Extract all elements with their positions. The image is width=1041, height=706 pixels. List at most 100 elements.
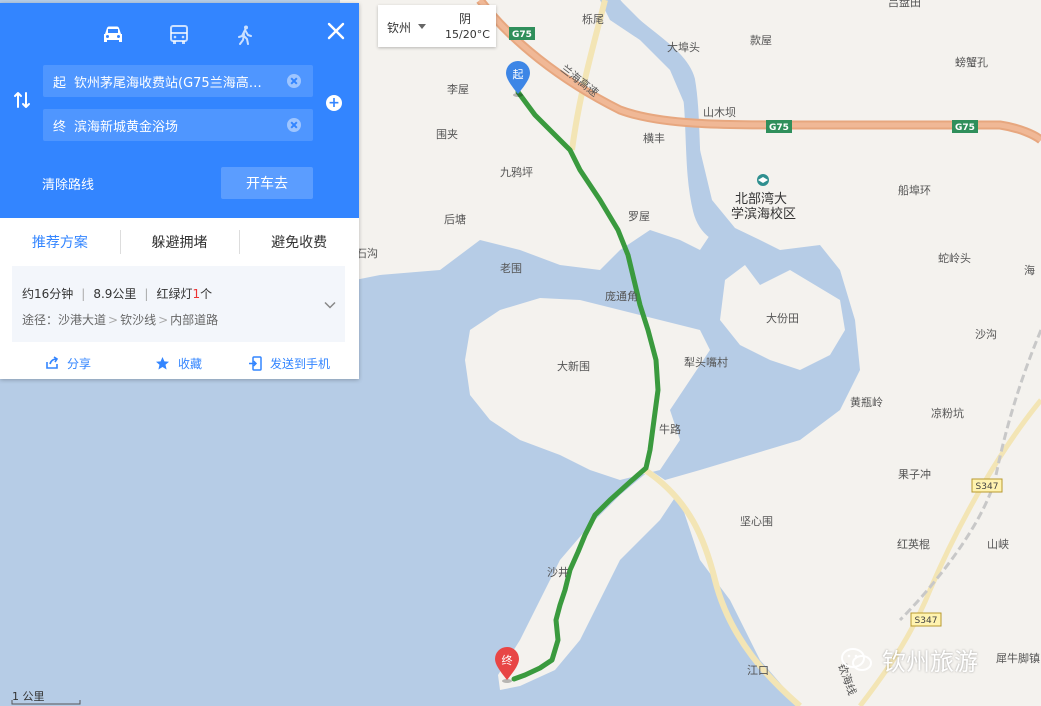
place-label: 款屋	[750, 33, 772, 47]
route-summary: 约16分钟 | 8.9公里 | 红绿灯1个	[22, 287, 213, 301]
place-label: 果子冲	[898, 467, 931, 481]
close-icon[interactable]	[325, 20, 347, 42]
place-label: 老围	[500, 262, 522, 275]
clear-route-link[interactable]: 清除路线	[42, 174, 94, 193]
tab-recommended[interactable]: 推荐方案	[0, 232, 120, 252]
svg-text:终: 终	[502, 653, 513, 667]
place-label: 黄瓶岭	[850, 395, 883, 409]
shield-g75-2: G75	[766, 120, 792, 133]
mode-bus[interactable]	[164, 21, 194, 49]
chevron-down-icon[interactable]	[324, 299, 336, 311]
place-label: 船埠环	[898, 183, 931, 197]
shield-s347-2: S347	[910, 612, 942, 627]
car-icon	[104, 26, 122, 42]
mode-drive[interactable]	[98, 21, 128, 49]
walk-icon	[238, 25, 252, 45]
place-label: 山峡	[987, 537, 1009, 551]
star-icon	[156, 356, 169, 369]
place-label: 红英棍	[897, 537, 930, 551]
scale-label: 1 公里	[12, 690, 45, 703]
shield-g75-3: G75	[952, 120, 978, 133]
end-address[interactable]: 滨海新城黄金浴场	[74, 116, 279, 135]
share-icon	[46, 356, 59, 369]
weather-condition: 阴	[459, 12, 472, 26]
place-label: 栎尾	[582, 13, 604, 26]
svg-text:S347: S347	[976, 482, 999, 492]
place-label: 罗屋	[628, 210, 650, 223]
chevron-right-icon: >	[158, 313, 169, 327]
place-label: 犁头嘴村	[684, 355, 728, 369]
favorite-label: 收藏	[178, 356, 203, 371]
place-label: 山木坝	[703, 105, 736, 119]
place-label: 大份田	[766, 311, 799, 325]
end-tag: 终	[53, 119, 67, 135]
watermark: 钦州旅游	[840, 642, 978, 677]
send-to-phone-icon	[249, 355, 262, 371]
route-tabs: 推荐方案 躲避拥堵 避免收费	[0, 218, 359, 266]
place-label: 海	[1024, 263, 1035, 277]
shield-s347-1: S347	[971, 478, 1003, 493]
via-road: 沙港大道	[58, 313, 107, 327]
university-icon	[757, 174, 769, 186]
place-label: 牛路	[659, 422, 681, 436]
via-road: 内部道路	[170, 313, 219, 327]
tab-avoid-congestion[interactable]: 躲避拥堵	[119, 230, 240, 254]
chevron-right-icon: >	[108, 313, 119, 327]
route-plan-card[interactable]: 约16分钟 | 8.9公里 | 红绿灯1个 途径：沙港大道 > 钦沙线 > 内部道路	[12, 266, 345, 342]
place-label: 蛇岭头	[938, 251, 971, 265]
place-label: 凉粉坑	[931, 406, 964, 420]
place-label: 九鸦坪	[500, 165, 533, 179]
shield-g75-1: G75	[509, 27, 535, 40]
end-field[interactable]: 终 滨海新城黄金浴场	[43, 109, 313, 141]
route-distance: 8.9公里	[93, 287, 137, 301]
place-label: 吕盘田	[888, 0, 921, 9]
city-selector[interactable]: 钦州	[387, 19, 411, 36]
route-via: 途径：沙港大道 > 钦沙线 > 内部道路	[22, 311, 218, 328]
clear-end-icon[interactable]	[287, 118, 301, 132]
traffic-lights-count: 1	[192, 287, 201, 301]
place-label: 坚心围	[740, 515, 773, 528]
place-label: 庞通角	[605, 289, 638, 303]
mode-walk[interactable]	[230, 21, 260, 49]
swap-icon[interactable]	[12, 90, 32, 110]
via-label: 途径：	[22, 313, 59, 327]
place-label: 江口	[747, 664, 769, 677]
start-address[interactable]: 钦州茅尾海收费站(G75兰海高…	[74, 72, 279, 91]
place-label: 沙沟	[975, 328, 997, 341]
share-button[interactable]: 分享	[45, 355, 91, 372]
route-duration: 约16分钟	[22, 287, 74, 301]
start-driving-button[interactable]: 开车去	[221, 167, 313, 199]
place-label: 学滨海校区	[731, 206, 796, 222]
place-label: 围夹	[436, 128, 458, 141]
start-tag: 起	[53, 75, 67, 91]
svg-text:G75: G75	[955, 123, 975, 133]
place-label: 北部湾大	[735, 191, 787, 207]
send-to-phone-label: 发送到手机	[270, 356, 331, 371]
svg-text:G75: G75	[512, 30, 532, 40]
tab-avoid-toll[interactable]: 避免收费	[239, 230, 359, 254]
weather-temperature: 15/20°C	[445, 28, 490, 41]
clear-start-icon[interactable]	[287, 74, 301, 88]
place-label: 李屋	[447, 82, 469, 96]
place-label: 石沟	[356, 247, 378, 260]
traffic-lights-unit: 个	[200, 287, 213, 301]
favorite-button[interactable]: 收藏	[155, 355, 202, 372]
place-label: 大新围	[557, 359, 590, 373]
add-waypoint-icon[interactable]: +	[326, 95, 342, 111]
svg-text:S347: S347	[915, 616, 938, 626]
chevron-down-icon[interactable]	[418, 24, 426, 29]
send-to-phone-button[interactable]: 发送到手机	[248, 355, 330, 372]
route-panel: 起 钦州茅尾海收费站(G75兰海高… 终 滨海新城黄金浴场 + 清除路线 开车去…	[0, 3, 359, 379]
place-label: 后塘	[444, 212, 466, 226]
weather-widget: 钦州 阴 15/20°C	[378, 5, 496, 47]
via-road: 钦沙线	[120, 313, 157, 327]
share-label: 分享	[67, 356, 92, 371]
watermark-text: 钦州旅游	[882, 648, 978, 676]
place-label: 沙井	[547, 565, 569, 579]
route-actions: 分享 收藏 发送到手机	[0, 348, 359, 378]
place-label: 横丰	[643, 131, 665, 145]
place-label: 大埠头	[667, 40, 700, 54]
svg-text:G75: G75	[769, 123, 789, 133]
place-label: 犀牛脚镇	[996, 651, 1040, 665]
start-field[interactable]: 起 钦州茅尾海收费站(G75兰海高…	[43, 65, 313, 97]
